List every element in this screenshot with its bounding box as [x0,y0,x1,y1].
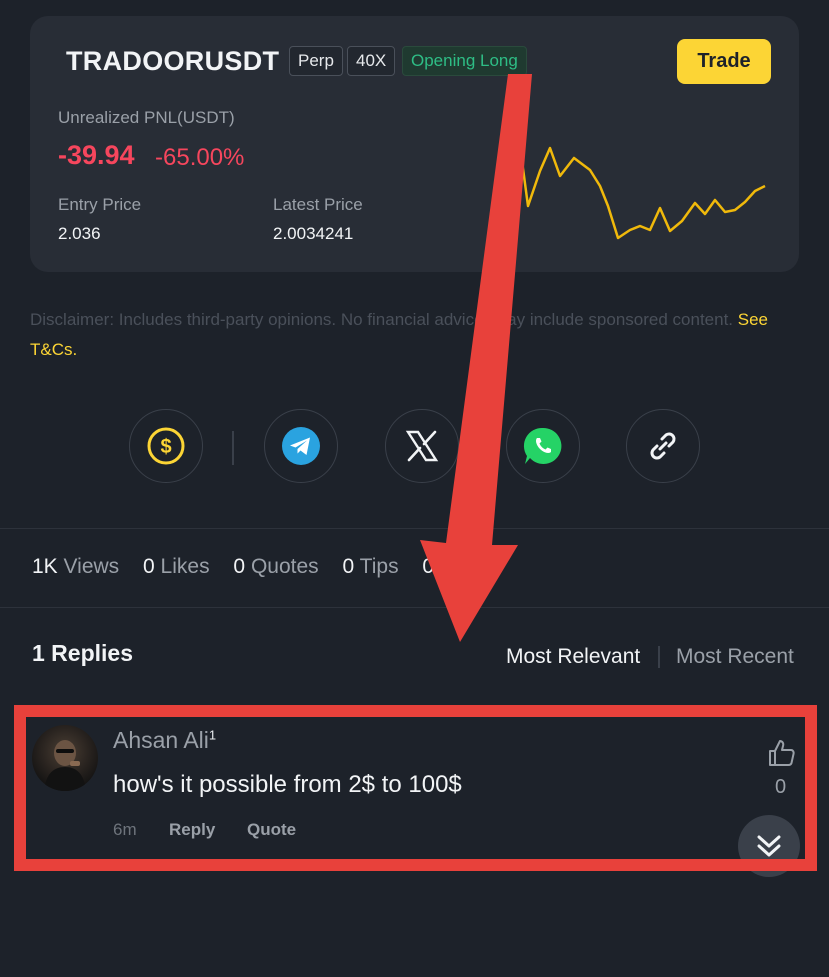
pnl-percent: -65.00% [155,144,245,171]
likes-stat: 0 Likes [143,555,210,578]
dollar-tip-icon: $ [147,427,185,465]
perp-tag: Perp [289,46,343,76]
disclaimer-body: Disclaimer: Includes third-party opinion… [30,310,738,329]
tip-button[interactable]: $ [129,409,203,483]
x-icon [405,430,439,462]
sparkline-path [510,139,766,240]
link-icon [650,432,676,460]
entry-price-label: Entry Price [58,195,142,214]
latest-price-label: Latest Price [273,195,363,214]
telegram-icon [282,427,320,465]
telegram-share-button[interactable] [264,409,338,483]
divider-top [0,528,829,529]
sparkline-entry-dot [510,127,521,141]
direction-tag: Opening Long [402,46,527,76]
quotes-stat: 0 Quotes [233,555,319,578]
position-card[interactable]: TRADOORUSDT Perp 40X Opening Long Trade … [30,16,799,272]
sort-divider [658,646,660,668]
share-divider [232,431,234,465]
whatsapp-share-button[interactable] [506,409,580,483]
divider-middle [0,607,829,608]
pnl-label: Unrealized PNL(USDT) [58,108,235,127]
tips-stat: 0 Tips [342,555,399,578]
annotation-highlight-box [14,705,817,871]
svg-text:$: $ [160,436,171,458]
symbol-title: TRADOORUSDT [66,46,280,76]
trade-button[interactable]: Trade [677,39,771,84]
leverage-tag: 40X [347,46,396,76]
replies-title: 1 Replies [32,640,133,666]
entry-price-value: 2.036 [58,224,101,243]
sort-most-relevant[interactable]: Most Relevant [506,645,640,669]
views-stat: 1K Views [32,555,120,578]
disclaimer-text: Disclaimer: Includes third-party opinion… [30,305,770,365]
sort-most-recent[interactable]: Most Recent [676,645,794,669]
latest-price-value: 2.0034241 [273,224,354,243]
pnl-value: -39.94 [58,140,135,170]
copy-link-button[interactable] [626,409,700,483]
shares-stat: 0 S [422,555,454,578]
whatsapp-icon [523,427,562,464]
engagement-stats: 1K Views 0 Likes 0 Quotes 0 Tips 0 S [32,555,472,579]
x-share-button[interactable] [385,409,459,483]
price-sparkline [510,127,766,240]
